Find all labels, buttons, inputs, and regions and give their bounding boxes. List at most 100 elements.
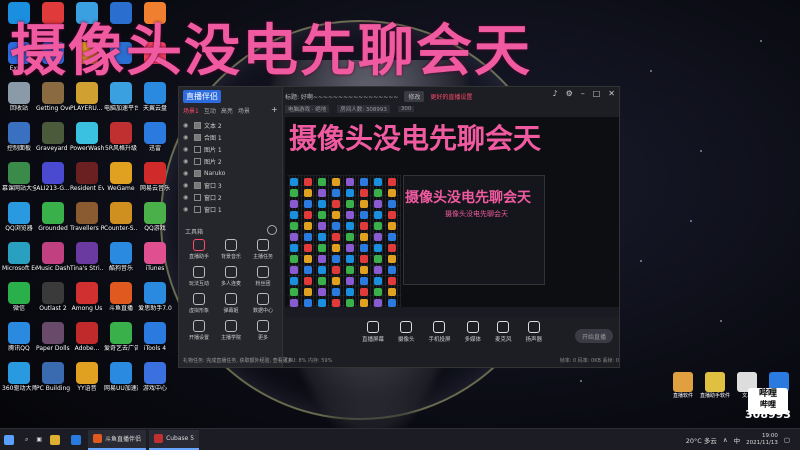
edit-title-button[interactable]: 修改 — [404, 90, 425, 102]
taskbar-app[interactable]: Cubase 5 — [149, 429, 200, 450]
source-row[interactable]: ◉ 合图 1 — [183, 131, 279, 143]
minimize-icon[interactable]: – — [581, 89, 585, 98]
desktop-icon[interactable]: PC Building Simulator — [36, 362, 70, 400]
desktop-icon[interactable]: 慕课网站大全 — [2, 162, 36, 200]
visibility-icon[interactable]: ◉ — [183, 182, 191, 189]
desktop-icon[interactable]: Counter-S... Global Off... — [104, 202, 138, 240]
desktop-icon[interactable]: 天翼云盘 — [138, 82, 172, 120]
lock-checkbox[interactable] — [194, 205, 201, 213]
desktop-icon[interactable]: 腾讯QQ — [2, 322, 36, 360]
desktop-icon[interactable]: 5R风格升级 — [104, 122, 138, 160]
desktop-icon[interactable]: iTools 4 — [138, 322, 172, 360]
desktop-icon[interactable]: 游戏中心 — [138, 362, 172, 400]
notification-icon[interactable]: ▢ — [784, 436, 790, 444]
desktop-icon[interactable]: iTunes — [138, 242, 172, 280]
toolbox-item[interactable]: 数据中心 — [247, 293, 279, 314]
desktop-icon[interactable]: 直播软件 — [668, 372, 698, 399]
source-row[interactable]: ◉ 图片 1 — [183, 143, 279, 155]
visibility-icon[interactable]: ◉ — [183, 170, 191, 177]
toolbox-item[interactable]: 直播助手 — [183, 239, 215, 260]
stream-preview[interactable]: 摄像头没电先聊会天 摄像头没电先聊会天 摄像头没电先聊会天 — [285, 117, 619, 317]
lock-checkbox[interactable] — [194, 181, 201, 189]
desktop-icon[interactable]: QQ游戏 — [138, 202, 172, 240]
source-control[interactable]: 手机投屏 — [428, 321, 451, 343]
desktop-icon[interactable]: 微信 — [2, 282, 36, 320]
desktop-icon[interactable]: Among Us — [70, 282, 104, 320]
desktop-icon[interactable]: Tina's Stri... — [70, 242, 104, 280]
pinned-app-button[interactable] — [67, 429, 88, 450]
desktop-icon[interactable]: 爱思助手7.0 — [138, 282, 172, 320]
desktop-icon[interactable]: WeGame — [104, 162, 138, 200]
maximize-icon[interactable]: □ — [593, 89, 601, 98]
desktop-icon[interactable]: 网易云音乐 — [138, 162, 172, 200]
toolbox-item[interactable]: 更多 — [247, 320, 279, 341]
bell-icon[interactable]: ♪ — [552, 89, 557, 98]
source-row[interactable]: ◉ 窗口 3 — [183, 179, 279, 191]
search-button[interactable]: ⌕ — [21, 429, 32, 450]
visibility-icon[interactable]: ◉ — [183, 194, 191, 201]
desktop-icon[interactable]: PowerWash Simulator — [70, 122, 104, 160]
lock-checkbox[interactable] — [194, 121, 201, 129]
toolbox-item[interactable]: 主播任务 — [247, 239, 279, 260]
source-control[interactable]: 摄像头 — [398, 321, 414, 343]
desktop-icon[interactable]: 网易UU加速器 — [104, 362, 138, 400]
source-row[interactable]: ◉ Naruko — [183, 167, 279, 179]
lock-checkbox[interactable] — [194, 169, 201, 177]
toolbox-item[interactable]: 背景音乐 — [215, 239, 247, 260]
desktop-icon[interactable]: Outlast 2 — [36, 282, 70, 320]
scene-tab[interactable]: 互动 — [204, 106, 216, 115]
source-control[interactable]: 扬声器 — [526, 321, 542, 343]
desktop-icon[interactable]: 回收站 — [2, 82, 36, 120]
desktop-icon[interactable]: YY语音 — [70, 362, 104, 400]
desktop-icon[interactable]: Resident Evil 7 Bi... — [70, 162, 104, 200]
task-view-button[interactable]: ▣ — [32, 429, 46, 450]
lock-checkbox[interactable] — [194, 157, 201, 165]
lock-checkbox[interactable] — [194, 145, 201, 153]
weather-widget[interactable]: 20°C 多云 — [686, 435, 717, 445]
desktop-icon[interactable]: 直播助手软件 — [700, 372, 730, 399]
desktop-icon[interactable]: ALI213-G... — [36, 162, 70, 200]
source-row[interactable]: ◉ 窗口 2 — [183, 191, 279, 203]
desktop-icon[interactable]: 斗鱼直播 — [104, 282, 138, 320]
desktop-icon[interactable]: 爱奇艺去广告 — [104, 322, 138, 360]
desktop-icon[interactable]: Travellers Rest — [70, 202, 104, 240]
desktop-icon[interactable]: 迅雷 — [138, 122, 172, 160]
tray-chevron-icon[interactable]: ∧ — [723, 436, 728, 444]
desktop-icon[interactable]: PLAYERU... BATTLEGR... — [70, 82, 104, 120]
desktop-icon[interactable]: Microsoft Edge — [2, 242, 36, 280]
settings-icon[interactable]: ⚙ — [566, 89, 573, 98]
desktop-icon[interactable]: Grounded — [36, 202, 70, 240]
desktop-icon[interactable]: Music Dash — [36, 242, 70, 280]
visibility-icon[interactable]: ◉ — [183, 122, 191, 129]
visibility-icon[interactable]: ◉ — [183, 146, 191, 153]
desktop-icon[interactable]: Paper Dolls Original — [36, 322, 70, 360]
lock-checkbox[interactable] — [194, 193, 201, 201]
desktop-icon[interactable]: QQ浏览器 — [2, 202, 36, 240]
scene-tab[interactable]: 场景 — [238, 106, 250, 115]
ime-indicator[interactable]: 中 — [734, 435, 741, 445]
desktop-icon[interactable]: Adobe... — [70, 322, 104, 360]
desktop-icon[interactable]: 360驱动大师 — [2, 362, 36, 400]
toolbox-item[interactable]: 多人连麦 — [215, 266, 247, 287]
lock-checkbox[interactable] — [194, 133, 201, 141]
go-live-button[interactable]: 开始直播 — [575, 329, 613, 343]
source-control[interactable]: 麦克风 — [495, 321, 512, 343]
stream-settings-link[interactable]: 更好的直播设置 — [430, 92, 472, 101]
toolbox-item[interactable]: 粉丝团 — [247, 266, 279, 287]
streaming-app-window[interactable]: 直播伴侣 场景1 互动 高亮 场景 + ◉ 文本 2 ◉ 合图 1 ◉ 图片 1 ◉ 图片 2 ◉ Na… — [178, 86, 620, 368]
taskbar-app[interactable]: 斗鱼直播伴侣 — [88, 429, 147, 450]
toolbox-item[interactable]: 主播学院 — [215, 320, 247, 341]
source-row[interactable]: ◉ 文本 2 — [183, 119, 279, 131]
visibility-icon[interactable]: ◉ — [183, 134, 191, 141]
scene-tab[interactable]: 高亮 — [221, 106, 233, 115]
toolbox-settings-icon[interactable] — [267, 225, 277, 235]
source-control[interactable]: 多媒体 — [465, 321, 481, 343]
clock[interactable]: 19:00 2021/11/13 — [746, 433, 778, 447]
toolbox-item[interactable]: 弹幕姬 — [215, 293, 247, 314]
source-row[interactable]: ◉ 窗口 1 — [183, 203, 279, 215]
close-icon[interactable]: ✕ — [608, 89, 615, 98]
file-explorer-button[interactable] — [46, 429, 67, 450]
start-button[interactable] — [0, 429, 21, 450]
desktop-icon[interactable]: 电脑加速平台 — [104, 82, 138, 120]
scene-tab[interactable]: 场景1 — [183, 106, 199, 115]
